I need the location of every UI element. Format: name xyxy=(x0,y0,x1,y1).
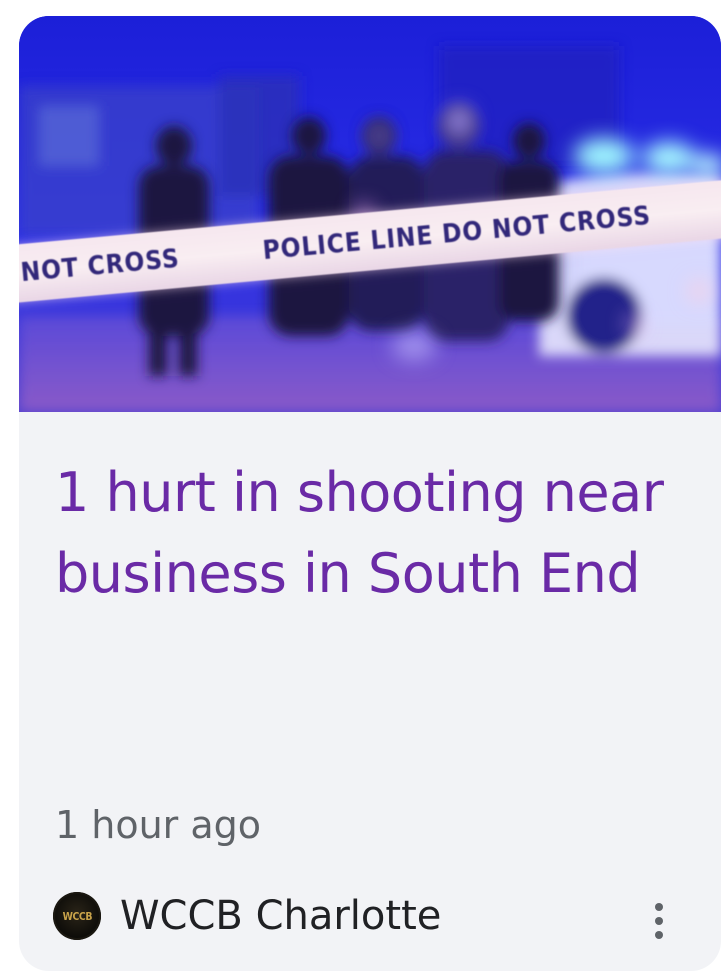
source-name: WCCB Charlotte xyxy=(120,893,442,939)
headline-link[interactable]: 1 hurt in shooting near business in Sout… xyxy=(55,452,685,614)
tape-text-left: NOT CROSS xyxy=(19,243,181,289)
news-image[interactable]: NOT CROSS POLICE LINE DO NOT CROSS xyxy=(19,16,721,412)
more-dot xyxy=(655,917,663,925)
source-logo-text: WCCB xyxy=(62,909,92,923)
more-vert-icon[interactable] xyxy=(641,896,677,946)
more-dot xyxy=(655,931,663,939)
news-card[interactable]: NOT CROSS POLICE LINE DO NOT CROSS 1 hur… xyxy=(19,16,721,971)
timestamp: 1 hour ago xyxy=(55,803,262,847)
source: WCCB WCCB Charlotte xyxy=(53,888,441,944)
source-logo: WCCB xyxy=(53,892,101,940)
more-dot xyxy=(655,903,663,911)
